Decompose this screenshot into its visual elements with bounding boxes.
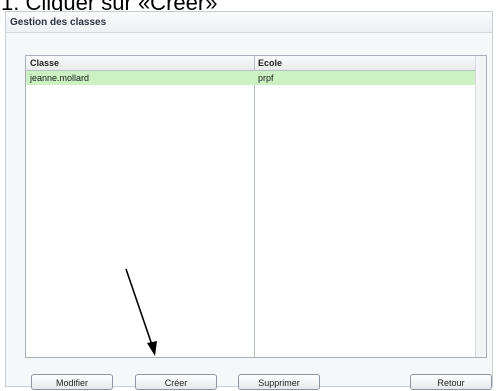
table-header: Classe Ecole: [26, 56, 477, 71]
window-title: Gestion des classes: [6, 12, 492, 33]
column-header-ecole[interactable]: Ecole: [258, 56, 282, 70]
column-divider: [254, 56, 255, 357]
cell-ecole: prpf: [258, 73, 274, 83]
cell-classe: jeanne.mollard: [30, 73, 90, 83]
classes-window: Gestion des classes Classe Ecole jeanne.…: [5, 11, 493, 390]
vertical-scrollbar[interactable]: [475, 56, 486, 357]
supprimer-button[interactable]: Supprimer: [238, 374, 320, 390]
retour-button[interactable]: Retour: [410, 374, 492, 390]
classes-table: Classe Ecole jeanne.mollard prpf: [25, 55, 487, 358]
modifier-button[interactable]: Modifier: [31, 374, 113, 390]
table-row[interactable]: jeanne.mollard prpf: [26, 71, 477, 85]
creer-button[interactable]: Créer: [135, 374, 217, 390]
column-header-classe[interactable]: Classe: [30, 56, 59, 70]
